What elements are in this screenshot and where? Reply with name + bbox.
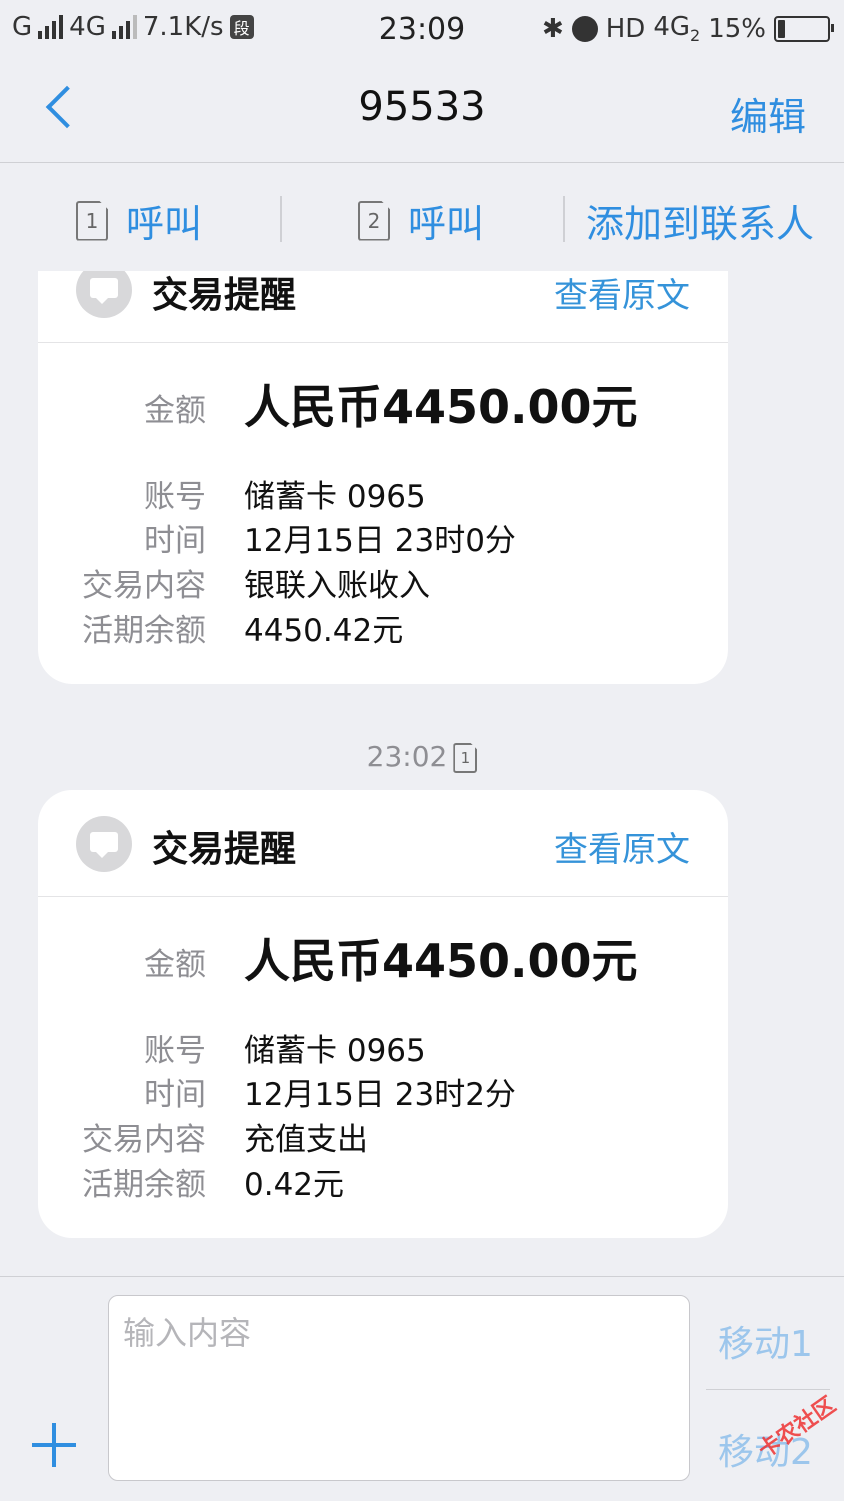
call-sim2-button[interactable]: 2 呼叫 <box>358 193 484 248</box>
call-sim2-label: 呼叫 <box>408 202 485 246</box>
message-input[interactable] <box>108 1295 690 1481</box>
action-divider <box>280 196 282 242</box>
balance-value: 0.42元 <box>244 1167 345 1203</box>
add-attachment-button[interactable] <box>32 1423 76 1467</box>
message-card[interactable]: 交易提醒 查看原文 金额 人民币4450.00元 账号 储蓄卡 0965 时间 … <box>38 790 728 1238</box>
message-card[interactable]: 交易提醒 查看原文 金额 人民币4450.00元 账号 储蓄卡 0965 时间 … <box>38 271 728 684</box>
network-type-3-sub: 2 <box>690 26 701 46</box>
conversation-title: 95533 <box>358 84 486 130</box>
account-value: 储蓄卡 0965 <box>244 479 426 515</box>
message-header: 交易提醒 查看原文 <box>38 790 728 897</box>
balance-label: 活期余额 <box>82 1167 206 1203</box>
content-value: 银联入账收入 <box>244 568 430 604</box>
nav-bar: 95533 编辑 <box>0 58 844 163</box>
hd-label: HD <box>605 13 646 44</box>
call-sim1-button[interactable]: 1 呼叫 <box>76 193 202 248</box>
call-sim1-label: 呼叫 <box>126 202 203 246</box>
action-divider <box>563 196 565 242</box>
message-title: 交易提醒 <box>152 275 297 316</box>
composer-bar: 移动1 移动2 <box>0 1276 844 1501</box>
content-label: 交易内容 <box>82 1122 206 1158</box>
message-title: 交易提醒 <box>152 829 297 870</box>
amount-label: 金额 <box>144 393 206 429</box>
status-right: ✱ HD 4G2 15% <box>541 12 834 45</box>
view-original-link[interactable]: 查看原文 <box>554 822 690 871</box>
battery-fill <box>778 19 785 38</box>
alarm-icon <box>571 15 598 42</box>
add-contact-button[interactable]: 添加到联系人 <box>586 193 814 248</box>
edit-button[interactable]: 编辑 <box>730 86 806 141</box>
account-label: 账号 <box>144 1033 206 1069</box>
contact-action-bar: 1 呼叫 2 呼叫 添加到联系人 <box>0 163 844 271</box>
bluetooth-icon: ✱ <box>541 13 564 44</box>
time-value: 12月15日 23时2分 <box>244 1077 516 1113</box>
balance-label: 活期余额 <box>82 613 206 649</box>
amount-label: 金额 <box>144 947 206 983</box>
network-type-3-label: 4G <box>653 12 691 42</box>
send-divider <box>706 1389 830 1390</box>
battery-icon <box>774 15 834 42</box>
view-original-link[interactable]: 查看原文 <box>554 271 690 317</box>
message-timestamp: 23:02 1 <box>0 740 844 773</box>
timestamp-text: 23:02 <box>366 740 448 773</box>
sim2-icon: 2 <box>358 200 390 241</box>
sim1-icon: 1 <box>76 200 108 241</box>
sim1-icon: 1 <box>453 743 478 773</box>
account-label: 账号 <box>144 479 206 515</box>
amount-value: 人民币4450.00元 <box>244 380 638 434</box>
send-sim1-button[interactable]: 移动1 <box>718 1315 813 1367</box>
balance-value: 4450.42元 <box>244 613 404 649</box>
time-label: 时间 <box>144 1077 206 1113</box>
network-type-3: 4G2 <box>653 12 700 45</box>
content-label: 交易内容 <box>82 568 206 604</box>
battery-percent: 15% <box>708 13 766 44</box>
status-bar: G 4G 7.1K/s 段 23:09 ✱ HD 4G2 15% <box>0 0 844 58</box>
time-value: 12月15日 23时0分 <box>244 523 516 559</box>
content-value: 充值支出 <box>244 1122 368 1158</box>
account-value: 储蓄卡 0965 <box>244 1033 426 1069</box>
message-icon <box>76 816 132 872</box>
add-contact-label: 添加到联系人 <box>586 202 815 246</box>
time-label: 时间 <box>144 523 206 559</box>
amount-value: 人民币4450.00元 <box>244 934 638 988</box>
